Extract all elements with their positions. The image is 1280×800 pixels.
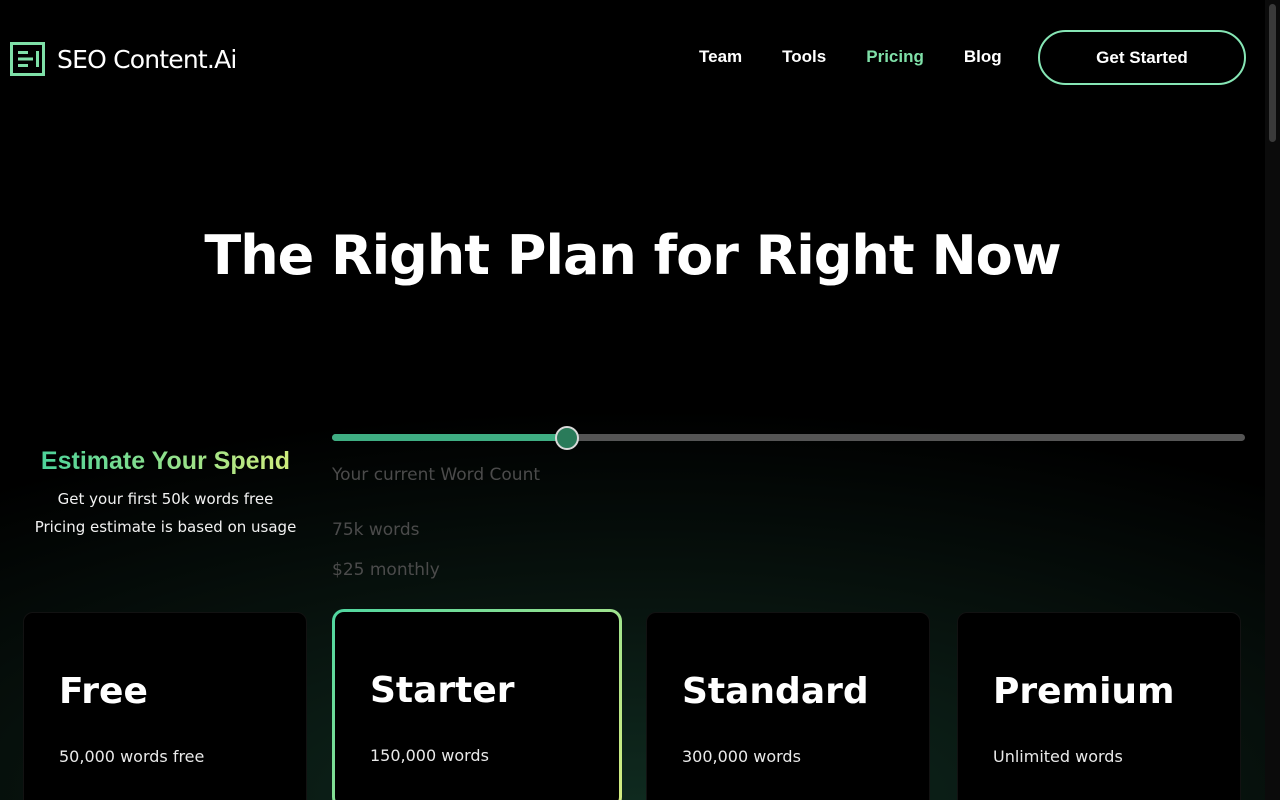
estimate-usage-note: Pricing estimate is based on usage xyxy=(34,518,297,536)
brand-logo[interactable]: SEO Content.Ai xyxy=(10,42,237,76)
plan-card-starter[interactable]: Starter 150,000 words xyxy=(332,609,622,800)
plan-name: Free xyxy=(59,671,148,712)
page-title: The Right Plan for Right Now xyxy=(204,224,1061,287)
price-estimate: $25 monthly xyxy=(332,560,440,580)
plan-words: 50,000 words free xyxy=(59,747,205,766)
plan-card-free[interactable]: Free 50,000 words free xyxy=(23,612,307,800)
estimate-panel: Estimate Your Spend Get your first 50k w… xyxy=(22,447,309,536)
word-count-label: Your current Word Count xyxy=(332,465,541,485)
nav-link-tools[interactable]: Tools xyxy=(782,47,826,67)
estimate-free-note: Get your first 50k words free xyxy=(57,490,274,508)
plan-name: Starter xyxy=(370,670,515,711)
brand-name: SEO Content.Ai xyxy=(57,44,237,74)
pricing-plans: Free 50,000 words free Starter 150,000 w… xyxy=(0,612,1265,800)
slider-thumb[interactable] xyxy=(554,426,579,450)
document-icon xyxy=(10,42,45,76)
scrollbar-thumb[interactable] xyxy=(1269,4,1276,142)
page: SEO Content.Ai Team Tools Pricing Blog G… xyxy=(0,0,1265,800)
plan-words: 300,000 words xyxy=(682,747,801,766)
plan-name: Standard xyxy=(682,671,869,712)
plan-words: 150,000 words xyxy=(370,746,489,765)
nav-link-blog[interactable]: Blog xyxy=(964,47,1002,67)
nav-link-team[interactable]: Team xyxy=(699,47,742,67)
top-nav: SEO Content.Ai Team Tools Pricing Blog G… xyxy=(0,0,1265,116)
word-count-slider[interactable] xyxy=(332,426,1245,450)
plan-name: Premium xyxy=(993,671,1175,712)
plan-words: Unlimited words xyxy=(993,747,1123,766)
nav-link-pricing[interactable]: Pricing xyxy=(866,47,924,67)
plan-card-premium[interactable]: Premium Unlimited words xyxy=(957,612,1241,800)
word-count-value: 75k words xyxy=(332,520,420,540)
estimate-title: Estimate Your Spend xyxy=(40,447,291,475)
page-scrollbar[interactable] xyxy=(1265,0,1280,800)
nav-links: Team Tools Pricing Blog xyxy=(699,47,1042,67)
get-started-button[interactable]: Get Started xyxy=(1038,30,1246,85)
slider-fill xyxy=(332,434,567,441)
plan-card-standard[interactable]: Standard 300,000 words xyxy=(646,612,930,800)
